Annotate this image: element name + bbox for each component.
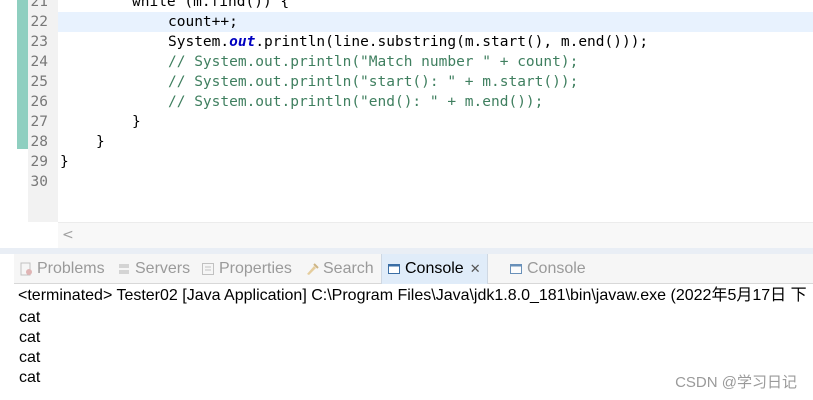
line-number: 23 [30, 34, 48, 50]
console-output-line: cat [19, 309, 41, 326]
code-line[interactable] [58, 172, 813, 192]
code-text: while (m.find()) { [132, 0, 289, 12]
code-text: } [96, 132, 105, 152]
line-number: 24 [30, 54, 48, 70]
console-output-line: cat [19, 369, 41, 386]
console-output-line: cat [19, 329, 41, 346]
tab-label: Console [405, 260, 464, 277]
code-line[interactable]: while (m.find()) { [58, 0, 813, 12]
code-token: System. [168, 34, 230, 50]
code-text: } [60, 152, 69, 172]
properties-icon [200, 262, 215, 276]
overview-ruler [0, 0, 14, 248]
line-number: 30 [30, 174, 48, 190]
console-icon [508, 262, 523, 276]
tab-problems[interactable]: Problems [18, 254, 105, 284]
search-icon [304, 262, 319, 276]
code-editor[interactable]: while (m.find()) { count++; System.out.pri… [0, 0, 813, 248]
tab-search[interactable]: Search [304, 254, 374, 284]
code-comment: // System.out.println("start(): " + m.st… [168, 74, 579, 90]
tab-servers[interactable]: Servers [116, 254, 190, 284]
horizontal-scrollbar[interactable]: < [58, 222, 813, 248]
code-text: } [132, 112, 141, 132]
code-line[interactable]: } [58, 152, 813, 172]
code-comment: // System.out.println("end(): " + m.end(… [168, 94, 544, 110]
code-line[interactable]: // System.out.println("start(): " + m.st… [58, 72, 813, 92]
code-token: count++; [168, 14, 238, 30]
tab-label: Problems [37, 260, 105, 277]
view-tab-bar: Problems Servers Properties Search Console ✕ C… [14, 254, 813, 284]
tab-label: Properties [219, 260, 292, 277]
console-view[interactable]: <terminated> Tester02 [Java Application]… [14, 285, 813, 400]
code-token: } [132, 114, 141, 130]
console-icon [386, 262, 401, 276]
problems-icon [18, 262, 33, 276]
scroll-left-icon[interactable]: < [62, 227, 74, 243]
tab-label: Servers [135, 260, 191, 277]
line-number: 22 [30, 14, 48, 30]
code-text: // System.out.println("end(): " + m.end(… [168, 92, 543, 112]
console-output-line: cat [19, 349, 41, 366]
tab-console[interactable]: Console [508, 254, 586, 284]
code-text: System.out.println(line.substring(m.star… [168, 32, 648, 52]
quick-diff-bar [17, 0, 28, 149]
code-text: // System.out.println("Match number " + … [168, 52, 578, 72]
code-comment: // System.out.println("Match number " + … [168, 54, 579, 70]
watermark: CSDN @学习日记 [675, 374, 797, 391]
code-token: .println(line.substring(m.start(), m.end… [255, 34, 649, 50]
code-field: out [229, 34, 256, 50]
code-text: // System.out.println("start(): " + m.st… [168, 72, 578, 92]
line-number: 25 [30, 74, 48, 90]
line-number: 28 [30, 134, 48, 150]
code-area[interactable]: while (m.find()) { count++; System.out.pri… [58, 0, 813, 222]
line-number: 27 [30, 114, 48, 130]
code-line[interactable]: count++; [58, 12, 813, 32]
code-line[interactable]: } [58, 132, 813, 152]
close-icon[interactable]: ✕ [470, 262, 481, 277]
code-line[interactable]: System.out.println(line.substring(m.star… [58, 32, 813, 52]
line-number: 21 [30, 0, 48, 10]
code-text: count++; [168, 12, 238, 32]
tab-console-active[interactable]: Console ✕ [381, 254, 488, 284]
code-line[interactable]: // System.out.println("Match number " + … [58, 52, 813, 72]
code-token: } [60, 154, 69, 170]
line-number: 29 [30, 154, 48, 170]
code-token: while (m.find()) { [132, 0, 290, 10]
code-token: } [96, 134, 105, 150]
tab-label: Console [527, 260, 586, 277]
console-process-label: <terminated> Tester02 [Java Application]… [18, 287, 807, 304]
tab-properties[interactable]: Properties [200, 254, 292, 284]
servers-icon [116, 262, 131, 276]
code-line[interactable]: // System.out.println("end(): " + m.end(… [58, 92, 813, 112]
code-line[interactable]: } [58, 112, 813, 132]
line-number: 26 [30, 94, 48, 110]
tab-label: Search [323, 260, 374, 277]
